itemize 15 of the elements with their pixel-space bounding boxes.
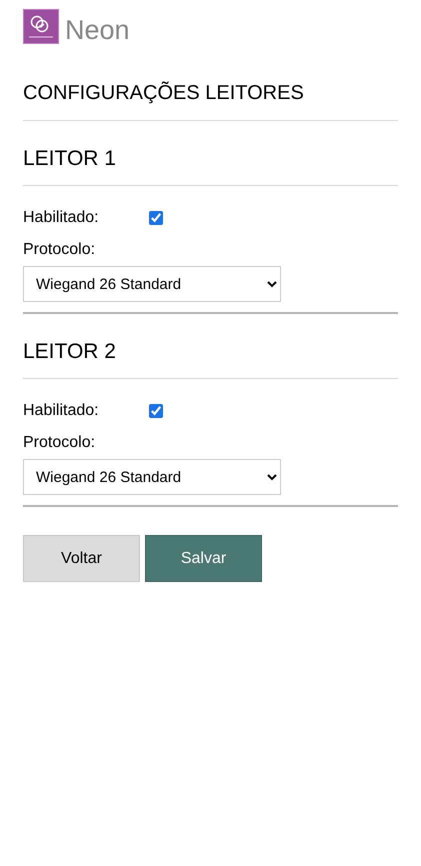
brand-name: Neon xyxy=(65,16,130,44)
reader-heading: LEITOR 2 xyxy=(23,339,116,365)
protocol-select[interactable]: Wiegand 26 Standard xyxy=(23,266,281,302)
reader-heading: LEITOR 1 xyxy=(23,146,116,172)
page-title: CONFIGURAÇÕES LEITORES xyxy=(23,80,304,106)
save-button[interactable]: Salvar xyxy=(145,535,262,582)
protocol-label: Protocolo: xyxy=(23,240,96,260)
protocol-label: Protocolo: xyxy=(23,433,96,453)
logo-icon xyxy=(23,9,59,44)
enabled-checkbox[interactable] xyxy=(149,211,163,225)
back-button[interactable]: Voltar xyxy=(23,535,140,582)
protocol-select[interactable]: Wiegand 26 Standard xyxy=(23,459,281,495)
enabled-label: Habilitado: xyxy=(23,208,100,228)
enabled-label: Habilitado: xyxy=(23,401,100,421)
enabled-checkbox[interactable] xyxy=(149,404,163,418)
